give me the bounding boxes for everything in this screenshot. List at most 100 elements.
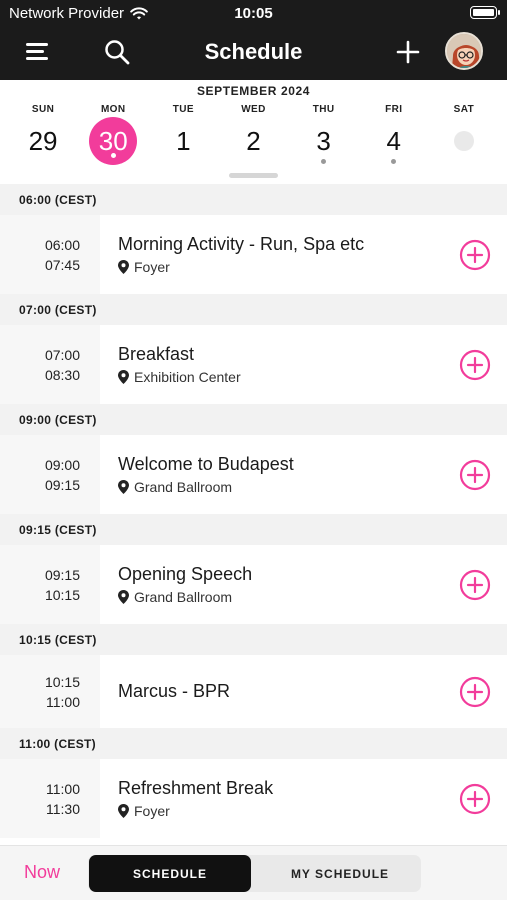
avatar[interactable] [445,32,483,70]
session-end-time: 10:15 [44,586,80,603]
session-end-time: 08:30 [44,366,80,383]
add-to-my-schedule-icon[interactable] [459,239,491,271]
now-button[interactable]: Now [24,862,60,883]
add-to-my-schedule-icon[interactable] [459,349,491,381]
session-title: Marcus - BPR [118,681,231,701]
day-thu[interactable]: THU 3 [298,102,350,172]
session-times: 06:00 07:45 [0,215,100,294]
event-dot [321,159,327,164]
time-group-header: 06:00 (CEST) [0,184,507,215]
session-start-time: 09:00 [44,456,80,473]
session-details: Opening Speech Grand Ballroom [100,545,507,624]
session-item[interactable]: 09:00 09:15 Welcome to Budapest Grand Ba… [0,435,507,514]
day-of-week-label: TUE [172,104,194,115]
nav-bar: Schedule [0,28,507,78]
session-start-time: 10:15 [44,673,80,690]
session-location: Grand Ballroom [118,589,507,605]
session-details: Refreshment Break Foyer [100,759,507,838]
day-of-week-label: WED [241,104,266,115]
session-location-label: Foyer [134,259,170,275]
session-end-time: 11:30 [46,800,80,817]
page-title: Schedule [204,39,303,64]
location-pin-icon [118,370,129,384]
add-to-my-schedule-icon[interactable] [459,569,491,601]
status-time: 10:05 [234,5,273,22]
day-placeholder-circle [453,131,474,151]
day-sat[interactable]: SAT [438,102,490,172]
session-times: 11:00 11:30 [0,759,100,838]
tab-my-schedule[interactable]: MY SCHEDULE [260,855,420,892]
session-times: 09:15 10:15 [0,545,100,624]
session-times: 07:00 08:30 [0,325,100,404]
session-end-time: 09:15 [44,476,80,493]
day-mon-selected[interactable]: MON 30 [87,102,139,172]
session-location-label: Exhibition Center [134,369,241,385]
day-number-text: 3 [316,125,331,156]
location-pin-icon [118,480,129,494]
day-tue[interactable]: TUE 1 [157,102,209,172]
day-number: 1 [176,125,191,156]
day-number: 2 [246,125,261,156]
location-pin-icon [118,590,129,604]
day-strip: SUN 29 MON 30 TUE 1 WED 2 THU 3 FRI 4 SA… [0,102,507,172]
tab-schedule[interactable]: SCHEDULE [89,855,251,892]
top-bar: Network Provider 10:05 Schedule [0,0,507,80]
session-title: Breakfast [118,344,195,364]
calendar-drag-handle[interactable] [229,173,278,178]
session-start-time: 11:00 [46,780,80,797]
time-group-header: 11:00 (CEST) [0,728,507,759]
session-item[interactable]: 10:15 11:00 Marcus - BPR [0,655,507,728]
add-to-my-schedule-icon[interactable] [459,459,491,491]
time-group-header: 07:00 (CEST) [0,294,507,325]
session-title: Refreshment Break [118,778,274,798]
battery-icon [470,6,500,19]
location-pin-icon [118,260,129,274]
add-to-my-schedule-icon[interactable] [459,676,491,708]
session-times: 09:00 09:15 [0,435,100,514]
day-of-week-label: SAT [453,104,475,115]
day-number: 4 [370,117,418,165]
session-location: Exhibition Center [118,369,507,385]
session-details: Morning Activity - Run, Spa etc Foyer [100,215,507,294]
time-group-header: 10:15 (CEST) [0,624,507,655]
session-item[interactable]: 09:15 10:15 Opening Speech Grand Ballroo… [0,545,507,624]
day-of-week-label: SUN [31,104,55,115]
session-start-time: 06:00 [44,236,80,253]
session-location-label: Grand Ballroom [134,479,233,495]
schedule-list: 06:00 (CEST) 06:00 07:45 Morning Activit… [0,184,507,838]
plus-icon[interactable] [396,40,420,64]
session-details: Marcus - BPR [100,655,507,728]
session-item[interactable]: 07:00 08:30 Breakfast Exhibition Center [0,325,507,404]
session-item[interactable]: 11:00 11:30 Refreshment Break Foyer [0,759,507,838]
status-bar: Network Provider 10:05 [0,0,507,28]
session-location: Foyer [118,259,507,275]
day-sun[interactable]: SUN 29 [17,102,69,172]
day-fri[interactable]: FRI 4 [368,102,420,172]
day-wed[interactable]: WED 2 [227,102,279,172]
session-location-label: Foyer [134,803,170,819]
session-start-time: 09:15 [44,566,80,583]
day-number-text: 30 [98,125,128,156]
location-pin-icon [118,804,129,818]
day-of-week-label: MON [100,104,126,115]
day-number-text: 4 [386,125,401,156]
session-location-label: Grand Ballroom [134,589,233,605]
day-number: 3 [300,117,348,165]
session-start-time: 07:00 [44,346,80,363]
day-number [440,117,488,165]
time-group-header: 09:00 (CEST) [0,404,507,435]
session-item[interactable]: 06:00 07:45 Morning Activity - Run, Spa … [0,215,507,294]
day-number: 29 [28,125,58,156]
week-calendar: SEPTEMBER 2024 SUN 29 MON 30 TUE 1 WED 2… [0,80,507,184]
session-end-time: 07:45 [44,256,80,273]
session-title: Welcome to Budapest [118,454,294,474]
event-dot [391,159,397,164]
bottom-bar: Now SCHEDULE MY SCHEDULE [0,845,507,900]
event-dot [110,153,116,158]
schedule-segmented-control: SCHEDULE MY SCHEDULE [88,855,421,892]
add-to-my-schedule-icon[interactable] [459,783,491,815]
schedule-screen: Network Provider 10:05 Schedule SEPTEMBE… [0,0,507,900]
session-details: Breakfast Exhibition Center [100,325,507,404]
session-title: Morning Activity - Run, Spa etc [118,234,365,254]
session-end-time: 11:00 [46,693,80,710]
